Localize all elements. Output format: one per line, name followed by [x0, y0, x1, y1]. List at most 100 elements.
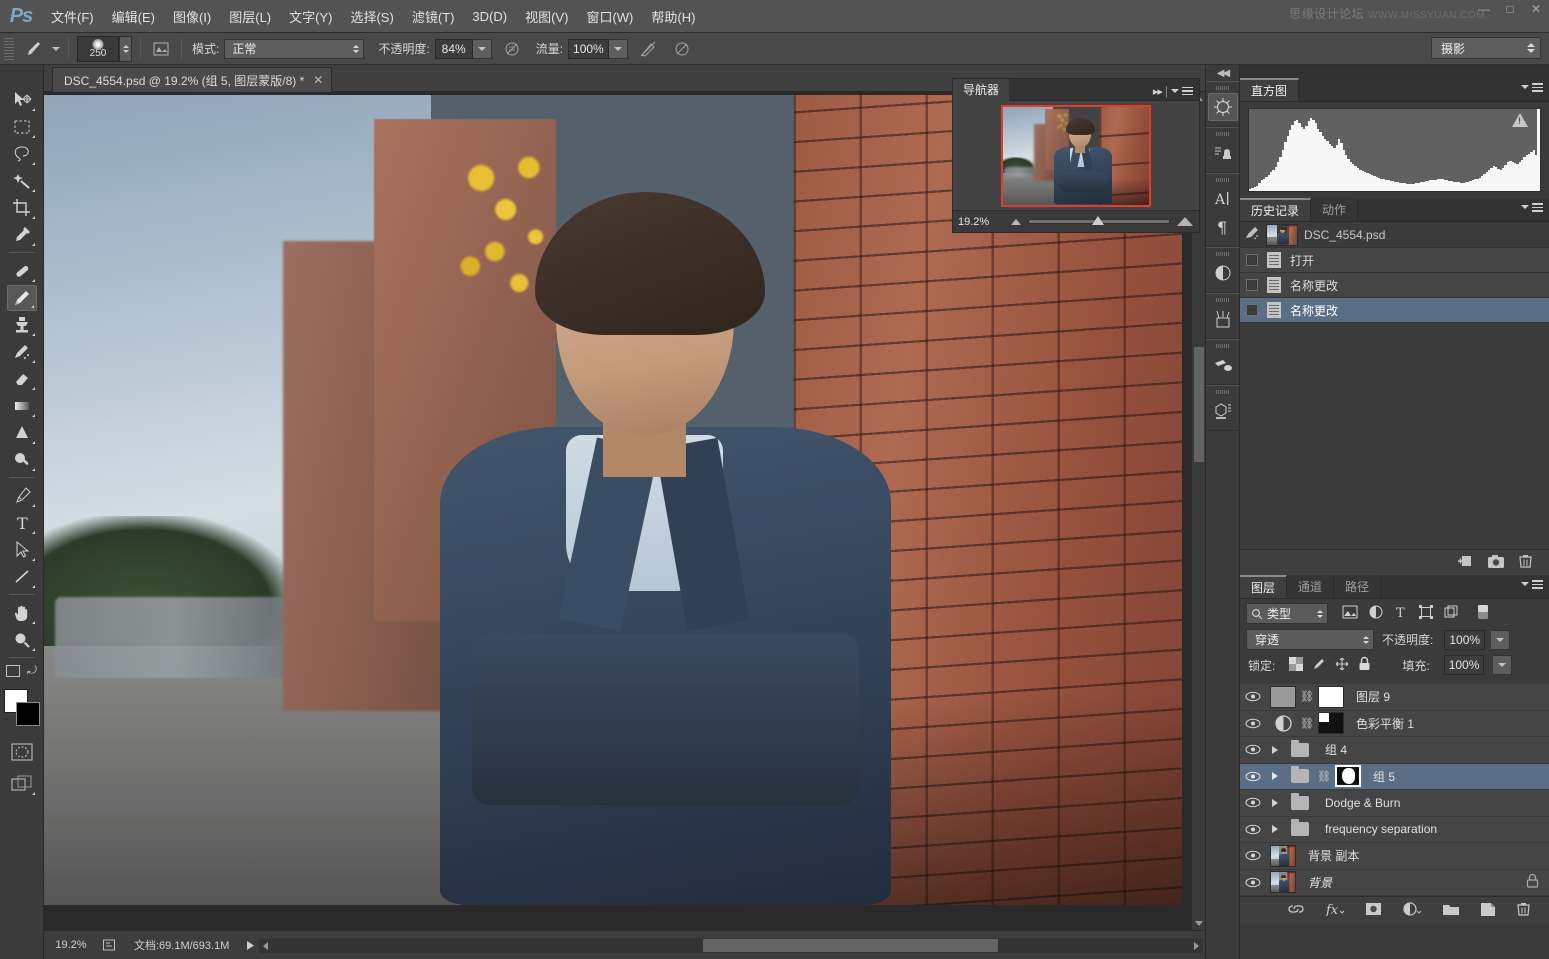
gradient-tool[interactable] [7, 393, 37, 419]
layer-name[interactable]: 色彩平衡 1 [1348, 715, 1414, 732]
filter-pixel-layers-icon[interactable] [1342, 605, 1358, 622]
adjustments-panel-icon[interactable] [1208, 93, 1238, 121]
layer-fill-input[interactable]: 100% [1444, 655, 1485, 675]
navigator-thumbnail[interactable] [1001, 105, 1151, 207]
history-list[interactable]: DSC_4554.psd 打开 名称更改 名称更改 [1240, 222, 1549, 549]
layer-visibility-icon[interactable] [1240, 850, 1266, 861]
group-expand-arrow-icon[interactable] [1266, 798, 1283, 808]
menu-window[interactable]: 窗口(W) [577, 3, 642, 30]
dock-grip[interactable] [1216, 178, 1230, 182]
color-swatches[interactable] [2, 689, 42, 729]
adjustment-layer-icon[interactable] [1266, 714, 1300, 733]
panel-menu-icon[interactable] [1182, 87, 1193, 96]
adjustment-layer-icon[interactable] [1208, 259, 1238, 287]
opacity-dropdown-icon[interactable] [473, 39, 492, 59]
menu-file[interactable]: 文件(F) [42, 3, 103, 30]
airbrush-icon[interactable] [636, 37, 660, 61]
layer-opacity-dropdown-icon[interactable] [1491, 630, 1510, 650]
layer-row[interactable]: ⛓ 图层 9 [1240, 684, 1549, 711]
history-item[interactable]: 名称更改 [1240, 273, 1549, 298]
marquee-tool[interactable] [7, 114, 37, 140]
navigator-zoom-value[interactable]: 19.2% [953, 216, 1011, 228]
menu-3d[interactable]: 3D(D) [463, 5, 516, 28]
layer-visibility-icon[interactable] [1240, 877, 1266, 888]
layer-mask-link-icon[interactable]: ⛓ [1300, 717, 1314, 730]
menu-view[interactable]: 视图(V) [516, 3, 577, 30]
filter-adjustment-layers-icon[interactable] [1369, 605, 1383, 622]
panel-menu-icon[interactable] [1532, 203, 1543, 212]
move-tool[interactable] [7, 87, 37, 113]
swap-colors-icon[interactable]: ⤾ [27, 663, 37, 678]
layer-row[interactable]: ⛓ 色彩平衡 1 [1240, 711, 1549, 738]
tab-channels[interactable]: 通道 [1287, 575, 1334, 598]
blend-mode-select[interactable]: 正常 [224, 39, 364, 59]
character-panel-icon[interactable]: A [1208, 185, 1238, 213]
scroll-left-icon[interactable] [263, 942, 268, 950]
flow-dropdown-icon[interactable] [609, 39, 628, 59]
workspace-selector[interactable]: 摄影 [1431, 37, 1541, 59]
flow-input[interactable]: 100% [568, 39, 609, 59]
tab-actions[interactable]: 动作 [1311, 198, 1358, 221]
layer-row[interactable]: frequency separation [1240, 817, 1549, 844]
scrollbar-thumb[interactable] [1194, 347, 1204, 462]
new-document-from-state-icon[interactable] [1457, 553, 1474, 572]
layer-thumbnail[interactable] [1266, 871, 1300, 893]
document-tab[interactable]: DSC_4554.psd @ 19.2% (组 5, 图层蒙版/8) * ✕ [52, 67, 332, 92]
new-group-icon[interactable] [1442, 902, 1460, 919]
group-expand-arrow-icon[interactable] [1266, 824, 1283, 834]
styles-panel-icon[interactable] [1208, 139, 1238, 167]
layer-visibility-icon[interactable] [1240, 771, 1266, 782]
chevron-down-icon[interactable] [1521, 582, 1529, 586]
layer-name[interactable]: 组 4 [1317, 741, 1347, 758]
menu-filter[interactable]: 滤镜(T) [403, 3, 464, 30]
line-tool[interactable] [7, 564, 37, 590]
minimize-icon[interactable]: — [1477, 2, 1491, 16]
close-icon[interactable]: ✕ [313, 73, 323, 87]
layer-visibility-icon[interactable] [1240, 718, 1266, 729]
maximize-icon[interactable]: □ [1503, 2, 1517, 16]
healing-brush-tool[interactable] [7, 258, 37, 284]
scroll-right-icon[interactable] [1194, 942, 1199, 950]
lock-transparency-icon[interactable] [1289, 657, 1303, 674]
brush-tool[interactable] [7, 285, 37, 311]
menu-layer[interactable]: 图层(L) [220, 3, 280, 30]
default-colors-icon[interactable] [6, 665, 20, 677]
history-brush-tool[interactable] [7, 339, 37, 365]
layers-panel-menu[interactable] [1521, 580, 1543, 589]
tool-presets-panel-icon[interactable] [1208, 351, 1238, 379]
navigator-zoom-slider[interactable] [1011, 217, 1199, 226]
layer-name[interactable]: frequency separation [1317, 822, 1437, 836]
brush-size-stepper[interactable] [119, 36, 132, 62]
history-brush-source-icon[interactable] [1244, 225, 1260, 244]
filter-smart-objects-icon[interactable] [1444, 605, 1458, 622]
zoom-slider-track[interactable] [1028, 219, 1170, 224]
canvas-horizontal-scrollbar[interactable] [259, 938, 1203, 953]
tab-history[interactable]: 历史记录 [1240, 198, 1311, 221]
new-snapshot-icon[interactable] [1487, 554, 1505, 572]
menu-image[interactable]: 图像(I) [164, 3, 220, 30]
delete-state-icon[interactable] [1518, 553, 1533, 572]
panel-menu-icon[interactable] [1532, 83, 1543, 92]
layer-visibility-icon[interactable] [1240, 797, 1266, 808]
paragraph-panel-icon[interactable]: ¶ [1208, 213, 1238, 241]
filter-type-layers-icon[interactable]: T [1394, 605, 1408, 622]
history-item-selected[interactable]: 名称更改 [1240, 298, 1549, 323]
group-expand-arrow-icon[interactable] [1266, 771, 1283, 781]
layer-thumbnail[interactable] [1266, 845, 1300, 867]
layer-name[interactable]: 背景 副本 [1300, 847, 1359, 864]
clone-stamp-tool[interactable] [7, 312, 37, 338]
brush-size-preview[interactable]: 250 [77, 36, 119, 62]
layer-row[interactable]: Dodge & Burn [1240, 790, 1549, 817]
expand-panels-icon[interactable]: ◀◀ [1206, 65, 1239, 81]
zoom-tool[interactable] [7, 627, 37, 653]
lasso-tool[interactable] [7, 141, 37, 167]
add-layer-mask-icon[interactable] [1365, 902, 1382, 919]
layer-visibility-icon[interactable] [1240, 824, 1266, 835]
tab-navigator[interactable]: 导航器 [953, 79, 1009, 101]
dock-grip[interactable] [1216, 298, 1230, 302]
history-snapshot-checkbox[interactable] [1246, 279, 1258, 291]
history-snapshot-row[interactable]: DSC_4554.psd [1240, 222, 1549, 248]
navigator-panel[interactable]: 导航器 ▸▸ | [952, 78, 1200, 233]
layer-mask-link-icon[interactable]: ⛓ [1300, 690, 1314, 703]
layer-mask-thumbnail[interactable] [1314, 712, 1348, 734]
